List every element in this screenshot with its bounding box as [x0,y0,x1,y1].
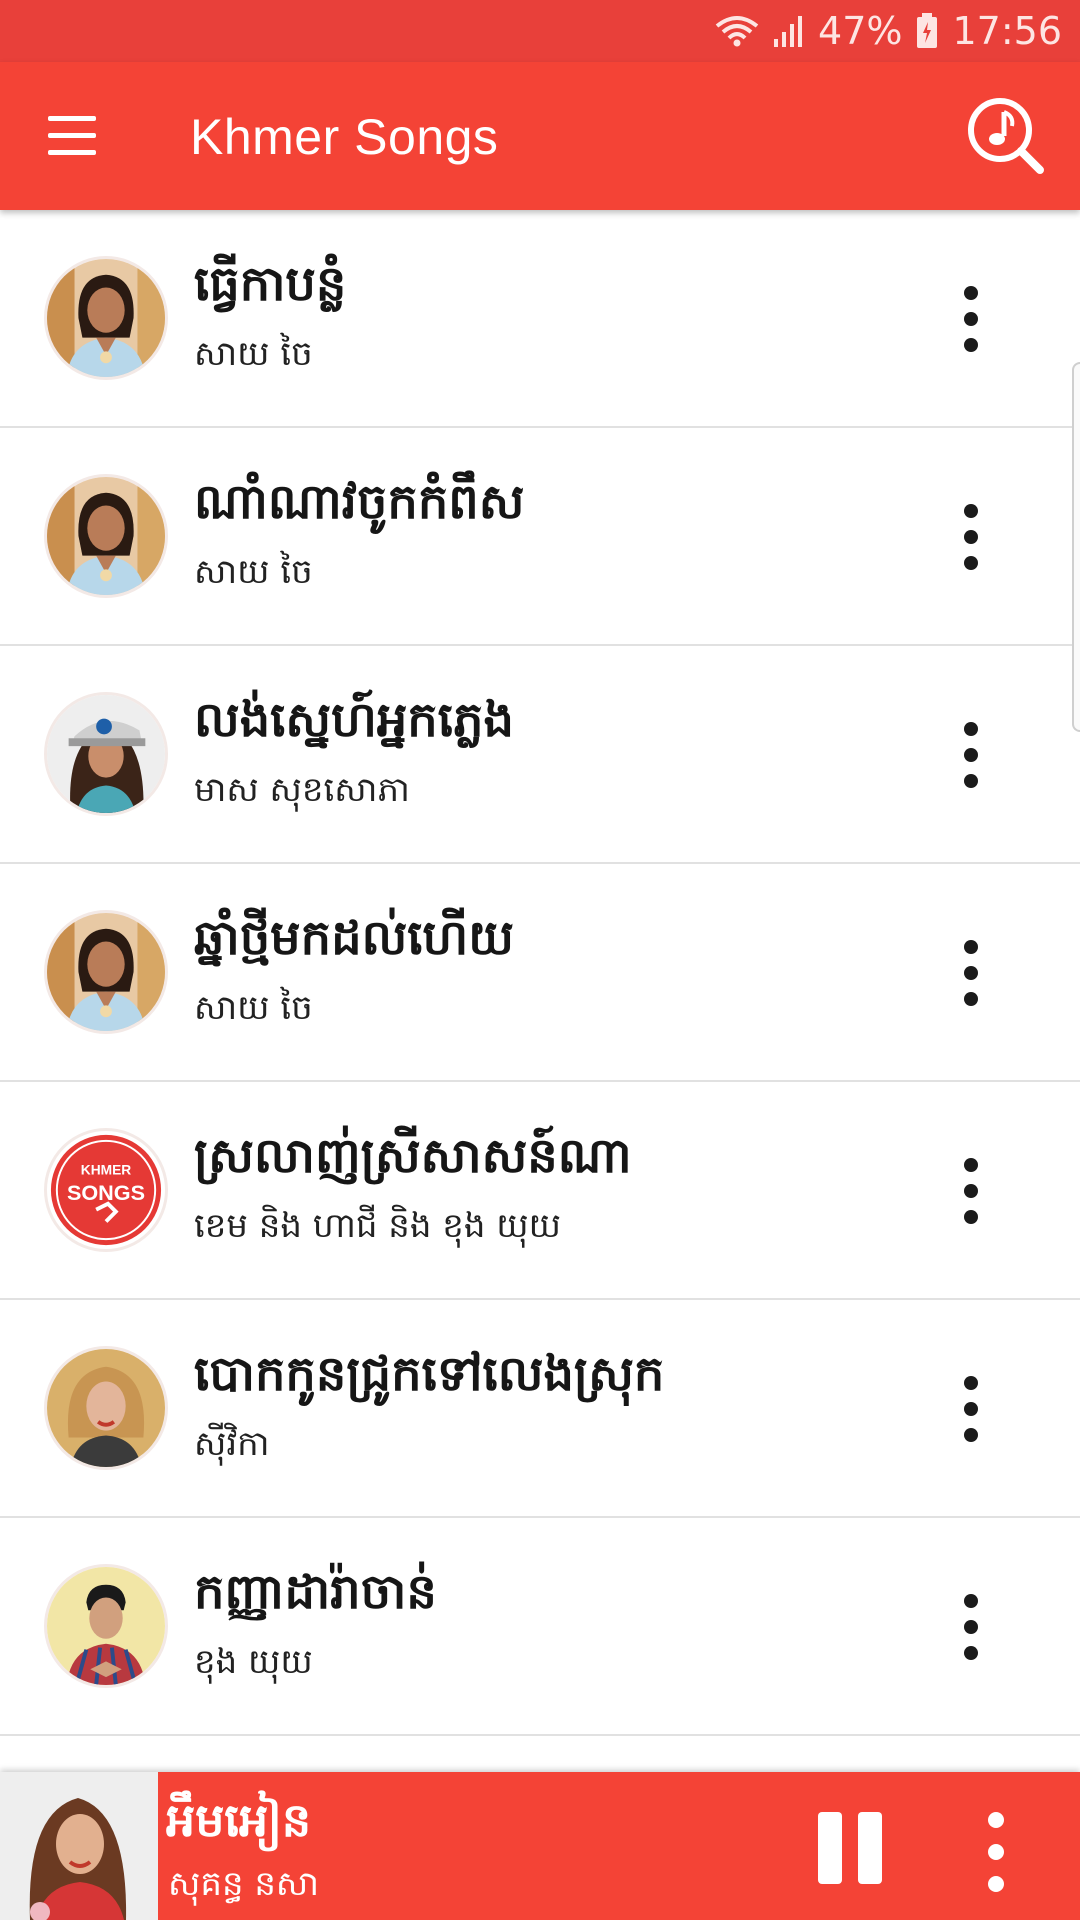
battery-icon [916,13,938,49]
singer-avatar [44,1564,168,1688]
song-artist: សាយ ចៃ [194,334,313,374]
song-artist: មាស សុខសោភា [194,770,410,810]
now-playing-title: អឹមអៀន [166,1793,312,1847]
song-title: ណាំណាវចូកកំពឹស [194,474,525,530]
wifi-icon [714,14,760,48]
song-row[interactable]: បោកកូនជ្រូកទៅលេងស្រុក ស៊ីវិកា [0,1300,1080,1518]
song-artist: សាយ ចៃ [194,988,313,1028]
more-vert-icon[interactable] [950,1158,994,1224]
khmer-songs-logo: KHMER SONGS [44,1128,168,1252]
song-title: ឆ្នាំថ្មីមកដល់ហើយ [194,910,514,966]
song-list: ធ្វើកាបន្លំ សាយ ចៃ ណាំណាវចូកកំពឹស សាយ ចៃ [0,210,1080,1736]
singer-avatar [44,1346,168,1470]
singer-avatar [44,692,168,816]
song-title: ធ្វើកាបន្លំ [194,256,347,312]
song-row[interactable]: ណាំណាវចូកកំពឹស សាយ ចៃ [0,428,1080,646]
now-playing-bar[interactable]: អឹមអៀន សុគន្ធ នសា [0,1772,1080,1920]
more-vert-icon[interactable] [950,940,994,1006]
pause-icon[interactable] [818,1812,882,1884]
more-vert-icon[interactable] [950,722,994,788]
singer-avatar [44,910,168,1034]
status-bar: 47% 17:56 [0,0,1080,62]
clock: 17:56 [952,9,1062,53]
singer-avatar [44,256,168,380]
song-row[interactable]: KHMER SONGS ស្រលាញ់ស្រីសាសន៍ណា ខេម និង ហ… [0,1082,1080,1300]
now-playing-artist: សុគន្ធ នសា [168,1864,320,1904]
more-vert-icon[interactable] [950,1594,994,1660]
song-title: ស្រលាញ់ស្រីសាសន៍ណា [194,1128,632,1184]
more-vert-icon[interactable] [950,286,994,352]
song-row[interactable]: លង់ស្នេហ៍អ្នកភ្លេង មាស សុខសោភា [0,646,1080,864]
song-row[interactable]: កញ្ញាដារ៉ាចាន់ ខុង យុយ [0,1518,1080,1736]
song-row[interactable]: ធ្វើកាបន្លំ សាយ ចៃ [0,210,1080,428]
more-vert-icon[interactable] [950,504,994,570]
song-artist: ខុង យុយ [194,1642,313,1682]
song-artist: ខេម និង ហាជី និង ខុង យុយ [194,1206,561,1246]
now-playing-album-art [0,1772,158,1920]
logo-text-top: KHMER [81,1162,131,1177]
singer-avatar [44,474,168,598]
hamburger-menu-icon[interactable] [40,106,104,166]
song-title: បោកកូនជ្រូកទៅលេងស្រុក [194,1346,665,1402]
more-vert-icon[interactable] [950,1376,994,1442]
music-search-icon[interactable] [966,96,1046,176]
song-artist: ស៊ីវិកា [194,1424,270,1464]
battery-percent: 47% [818,9,903,53]
scrollbar[interactable] [1072,362,1080,732]
logo-text-bottom: SONGS [67,1180,145,1205]
more-vert-icon[interactable] [976,1812,1016,1896]
app-bar: Khmer Songs [0,62,1080,210]
song-title: លង់ស្នេហ៍អ្នកភ្លេង [194,692,514,748]
song-row[interactable]: ឆ្នាំថ្មីមកដល់ហើយ សាយ ចៃ [0,864,1080,1082]
song-title: កញ្ញាដារ៉ាចាន់ [194,1564,437,1620]
song-artist: សាយ ចៃ [194,552,313,592]
signal-icon [774,15,804,47]
app-title: Khmer Songs [190,109,499,165]
